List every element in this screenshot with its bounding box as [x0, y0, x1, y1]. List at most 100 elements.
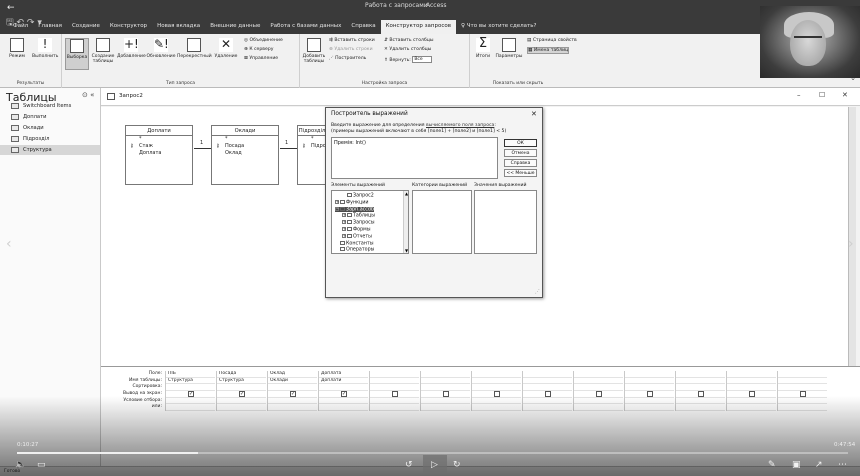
qbe-table-cell[interactable] [778, 378, 827, 385]
expression-elements-tree[interactable]: Запрос2 + Функции − Зарп.accdb + Таблицы + Запро… [331, 190, 409, 254]
run-button[interactable]: ! Выполнить [32, 38, 58, 59]
tab-help[interactable]: Справка [346, 20, 380, 34]
nav-item-doplaty[interactable]: Доплати [0, 112, 100, 122]
tab-new[interactable]: Новая вкладка [152, 20, 205, 34]
tab-external-data[interactable]: Внешние данные [205, 20, 265, 34]
tree-item[interactable]: Запрос2 [342, 193, 374, 199]
qbe-field-cell[interactable]: Оклад [268, 371, 317, 378]
table-field[interactable]: Стаж [126, 143, 192, 150]
make-table-button[interactable]: Создание таблицы [90, 38, 116, 64]
insert-rows-button[interactable]: ⇶ Вставить строки [329, 38, 375, 43]
qbe-field-cell[interactable] [625, 371, 674, 378]
qbe-sort-cell[interactable] [676, 384, 725, 392]
parameters-button[interactable]: Параметры [494, 38, 524, 59]
qbe-sort-cell[interactable] [523, 384, 572, 392]
qbe-field-cell[interactable]: Доплата [319, 371, 368, 378]
search-icon[interactable]: ⊙ [82, 91, 88, 99]
expand-icon[interactable]: + [342, 233, 346, 238]
insert-cols-button[interactable]: ⇵ Вставить столбцы [384, 38, 434, 43]
table-field-all[interactable]: * [212, 136, 278, 143]
qbe-field-cell[interactable] [676, 371, 725, 378]
forward-icon[interactable]: ↻ [453, 460, 461, 470]
next-arrow-icon[interactable]: › [848, 236, 854, 252]
expand-icon[interactable]: + [342, 213, 346, 218]
expand-icon[interactable]: + [335, 199, 339, 204]
property-sheet-button[interactable]: ▤ Страница свойств [527, 38, 577, 43]
play-icon[interactable]: ▷ [431, 460, 438, 470]
qbe-table-cell[interactable] [727, 378, 776, 385]
tree-scrollbar[interactable]: ▲ ▼ [403, 191, 408, 253]
qbe-table-cell[interactable]: Структура [217, 378, 266, 385]
relationship-line[interactable] [194, 148, 211, 149]
tab-home[interactable]: Главная [33, 20, 67, 34]
union-button[interactable]: ◎ Объединение [244, 38, 283, 43]
tab-create[interactable]: Создание [67, 20, 105, 34]
ok-button[interactable]: ОК [504, 139, 537, 147]
cancel-button[interactable]: Отмена [504, 149, 537, 157]
qbe-table-cell[interactable] [523, 378, 572, 385]
document-tab-label[interactable]: Запрос2 [119, 93, 143, 99]
qbe-table-cell[interactable] [625, 378, 674, 385]
ddl-button[interactable]: ⊠ Управление [244, 56, 278, 61]
previous-arrow-icon[interactable]: ‹ [6, 236, 12, 252]
rewind-icon[interactable]: ↺ [405, 460, 413, 470]
qbe-sort-cell[interactable] [319, 384, 368, 392]
tab-file[interactable]: Файл [8, 20, 33, 34]
qbe-field-cell[interactable] [421, 371, 470, 378]
update-button[interactable]: ✎! Обновление [146, 38, 176, 59]
qbe-field-cell[interactable] [472, 371, 521, 378]
tree-item[interactable]: + Функции [335, 199, 369, 205]
qbe-table-cell[interactable] [574, 378, 623, 385]
calculated-field-link[interactable]: вычисляемого поля запроса [426, 123, 494, 128]
tree-item[interactable]: Константы [335, 240, 374, 246]
qbe-table-cell[interactable] [421, 378, 470, 385]
qbe-sort-cell[interactable] [166, 384, 215, 392]
table-field[interactable]: Доплата [126, 150, 192, 157]
qbe-table-cell[interactable] [676, 378, 725, 385]
qbe-sort-cell[interactable] [778, 384, 827, 392]
nav-item-pidrozdil[interactable]: Підрозділ [0, 134, 100, 144]
less-button[interactable]: << Меньше [504, 169, 537, 177]
screen-icon[interactable]: ▣ [792, 460, 801, 470]
qbe-table-cell[interactable] [472, 378, 521, 385]
select-button[interactable]: Выборка [65, 38, 89, 70]
delete-button[interactable]: ✕ Удаление [212, 38, 240, 59]
qbe-sort-cell[interactable] [625, 384, 674, 392]
tab-query-design[interactable]: Конструктор запросов [380, 20, 456, 34]
return-select[interactable]: Все [412, 56, 433, 63]
qbe-table-cell[interactable]: Доплати [319, 378, 368, 385]
qbe-field-cell[interactable]: ПІБ [166, 371, 215, 378]
expression-categories-list[interactable] [412, 190, 472, 254]
qbe-table-cell[interactable] [370, 378, 419, 385]
expression-values-list[interactable] [474, 190, 537, 254]
crosstab-button[interactable]: Перекрестный [177, 38, 212, 59]
table-names-button[interactable]: ▦ Имена таблиц [527, 47, 570, 54]
close-icon[interactable]: ✕ [531, 110, 537, 118]
qbe-field-cell[interactable]: Посада [217, 371, 266, 378]
qbe-field-cell[interactable] [574, 371, 623, 378]
qbe-sort-cell[interactable] [472, 384, 521, 392]
collapse-nav-icon[interactable]: « [90, 91, 94, 99]
help-button[interactable]: Справка [504, 159, 537, 167]
table-box-oklady[interactable]: Оклади * Посада Оклад [211, 125, 279, 185]
pen-icon[interactable]: ✎ [768, 460, 776, 470]
minimize-icon[interactable]: – [797, 91, 801, 99]
builder-button[interactable]: ⋰ Построитель [329, 56, 366, 61]
tree-item[interactable]: + Формы [342, 227, 371, 233]
qbe-table-cell[interactable]: Оклади [268, 378, 317, 385]
nav-item-switchboard[interactable]: Switchboard Items [0, 101, 100, 111]
scroll-down-icon[interactable]: ▼ [404, 248, 409, 253]
qbe-field-cell[interactable] [370, 371, 419, 378]
qbe-sort-cell[interactable] [217, 384, 266, 392]
expand-icon[interactable]: + [342, 220, 346, 225]
tree-item[interactable]: + Таблицы [342, 213, 375, 219]
close-icon[interactable]: ✕ [842, 91, 848, 99]
tree-item[interactable]: − Зарп.accdb [335, 206, 375, 213]
qbe-sort-cell[interactable] [727, 384, 776, 392]
captions-icon[interactable]: ▭ [37, 460, 46, 470]
qbe-sort-cell[interactable] [268, 384, 317, 392]
expression-input[interactable]: Премія: Int() [331, 137, 498, 179]
tell-me-box[interactable]: ♀ Что вы хотите сделать? [456, 20, 541, 34]
delete-cols-button[interactable]: ✕ Удалить столбцы [384, 47, 431, 52]
pass-through-button[interactable]: ⊕ К серверу [244, 47, 273, 52]
